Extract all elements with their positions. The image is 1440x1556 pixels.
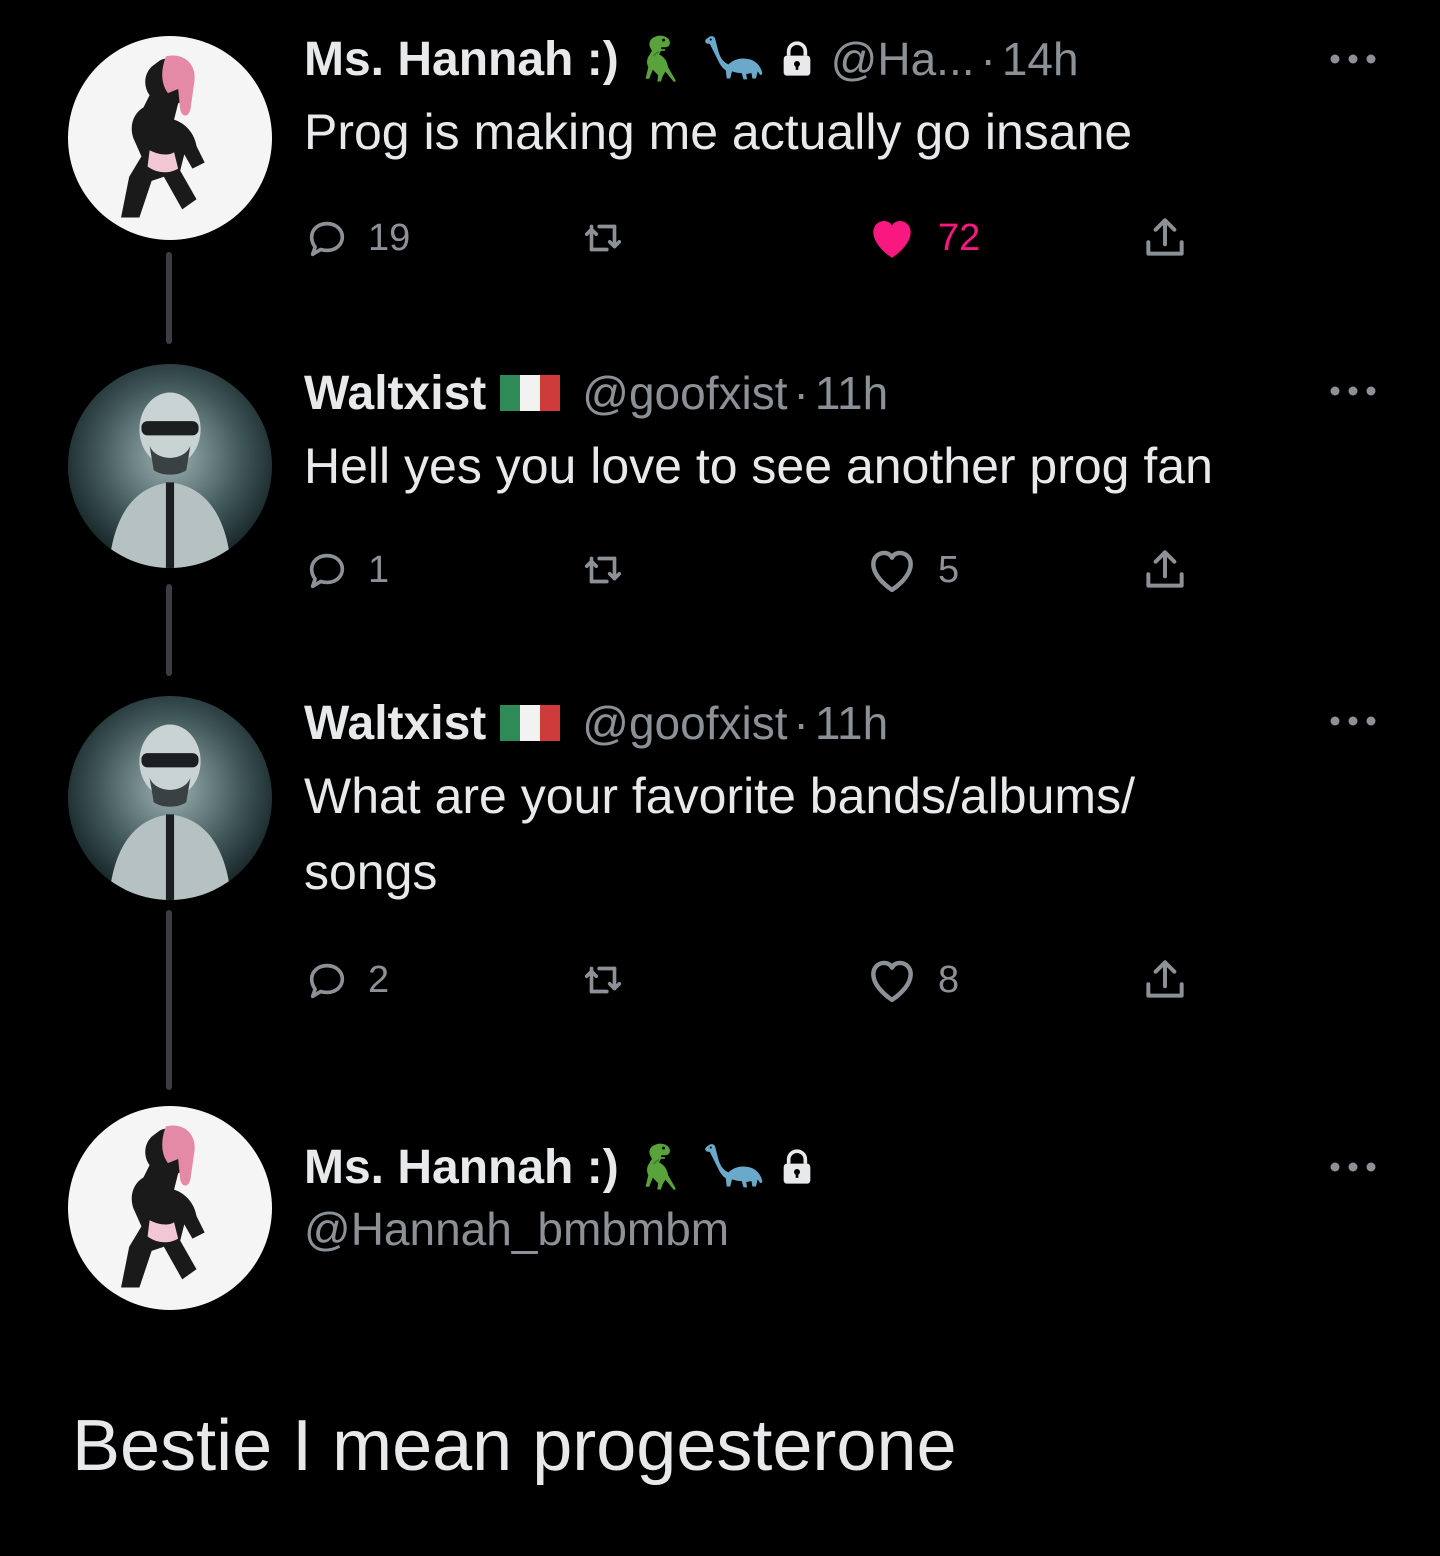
retweet-icon	[580, 215, 626, 261]
reply-button[interactable]: 2	[304, 950, 389, 1010]
reply-icon	[304, 957, 350, 1003]
retweet-icon	[580, 957, 626, 1003]
more-options-icon[interactable]	[1326, 44, 1380, 74]
share-icon	[1140, 213, 1190, 263]
share-button[interactable]	[1140, 540, 1190, 600]
like-button[interactable]: 72	[864, 208, 980, 268]
tweet-text-large: Bestie I mean progesterone	[72, 1406, 957, 1486]
handle[interactable]: @goofxist	[582, 366, 787, 420]
avatar-waltxist[interactable]	[68, 364, 272, 568]
reply-count: 19	[368, 216, 411, 259]
more-options-icon[interactable]	[1326, 376, 1380, 406]
handle[interactable]: @goofxist	[582, 696, 787, 750]
sauropod-icon	[701, 1140, 763, 1194]
timestamp[interactable]: 11h	[815, 696, 888, 750]
thread-line	[166, 252, 172, 344]
display-name[interactable]: Waltxist	[304, 696, 486, 751]
tweet-2[interactable]: Waltxist @goofxist · 11h Hell yes you lo…	[304, 362, 1380, 504]
reply-count: 2	[368, 958, 390, 1001]
separator-dot: ·	[793, 367, 809, 419]
action-bar: 1 5	[304, 540, 1224, 600]
tweet-4[interactable]: Ms. Hannah :) @Hannah_bmbmbm	[304, 1136, 1380, 1256]
share-icon	[1140, 545, 1190, 595]
more-options-icon[interactable]	[1326, 706, 1380, 736]
heart-filled-icon	[864, 210, 920, 266]
italy-flag-icon	[500, 373, 560, 413]
heart-icon	[864, 952, 920, 1008]
thread-line	[166, 910, 172, 1090]
tweet-1[interactable]: Ms. Hannah :) @Ha... · 14h Prog is makin…	[304, 28, 1380, 259]
avatar-hannah[interactable]	[68, 36, 272, 240]
action-bar: 19 72	[304, 208, 1224, 268]
display-name[interactable]: Ms. Hannah :)	[304, 1140, 619, 1195]
heart-icon	[864, 542, 920, 598]
like-button[interactable]: 8	[864, 950, 959, 1010]
t-rex-icon	[633, 1140, 687, 1194]
tweet-text: Hell yes you love to see another prog fa…	[304, 438, 1213, 494]
more-options-icon[interactable]	[1326, 1152, 1380, 1182]
timestamp[interactable]: 11h	[815, 366, 888, 420]
share-button[interactable]	[1140, 208, 1190, 268]
share-icon	[1140, 955, 1190, 1005]
t-rex-icon	[633, 32, 687, 86]
display-name[interactable]: Ms. Hannah :)	[304, 32, 619, 87]
retweet-icon	[580, 547, 626, 593]
handle[interactable]: @Ha...	[831, 32, 975, 86]
share-button[interactable]	[1140, 950, 1190, 1010]
separator-dot: ·	[793, 697, 809, 749]
retweet-button[interactable]	[580, 540, 626, 600]
avatar-waltxist[interactable]	[68, 696, 272, 900]
reply-button[interactable]: 1	[304, 540, 389, 600]
lock-icon	[777, 39, 817, 79]
reply-count: 1	[368, 548, 390, 591]
tweet-text: What are your favorite bands/albums/ son…	[304, 758, 1380, 910]
avatar-hannah[interactable]	[68, 1106, 272, 1310]
timestamp[interactable]: 14h	[1002, 32, 1079, 86]
reply-button[interactable]: 19	[304, 208, 410, 268]
italy-flag-icon	[500, 703, 560, 743]
handle[interactable]: @Hannah_bmbmbm	[304, 1202, 1380, 1256]
display-name[interactable]: Waltxist	[304, 366, 486, 421]
separator-dot: ·	[980, 33, 996, 85]
tweet-text-line: What are your favorite bands/albums/	[304, 768, 1135, 824]
like-button[interactable]: 5	[864, 540, 959, 600]
sauropod-icon	[701, 32, 763, 86]
retweet-button[interactable]	[580, 950, 626, 1010]
lock-icon	[777, 1147, 817, 1187]
retweet-button[interactable]	[580, 208, 626, 268]
like-count: 5	[938, 548, 960, 591]
tweet-3[interactable]: Waltxist @goofxist · 11h What are your f…	[304, 692, 1380, 910]
tweet-text: Prog is making me actually go insane	[304, 104, 1133, 160]
action-bar: 2 8	[304, 950, 1224, 1010]
reply-icon	[304, 215, 350, 261]
like-count: 8	[938, 958, 960, 1001]
reply-icon	[304, 547, 350, 593]
like-count: 72	[938, 216, 981, 259]
thread-line	[166, 584, 172, 676]
tweet-text-line: songs	[304, 844, 438, 900]
